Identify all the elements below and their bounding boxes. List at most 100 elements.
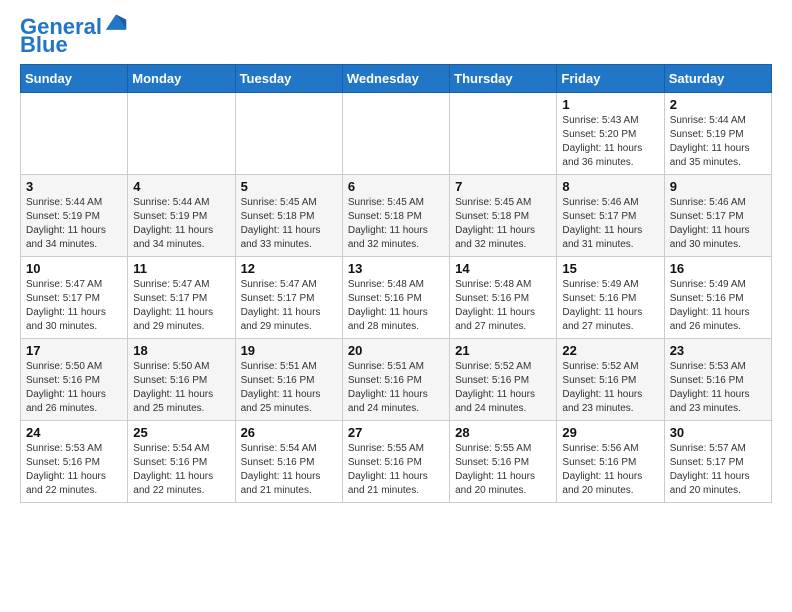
weekday-header: Sunday bbox=[21, 65, 128, 93]
calendar-week-row: 17 Sunrise: 5:50 AMSunset: 5:16 PMDayligh… bbox=[21, 339, 772, 421]
logo-icon bbox=[104, 11, 128, 35]
day-info: Sunrise: 5:49 AMSunset: 5:16 PMDaylight:… bbox=[670, 278, 766, 334]
calendar-day-cell: 23 Sunrise: 5:53 AMSunset: 5:16 PMDayligh… bbox=[664, 339, 771, 421]
day-number: 13 bbox=[348, 261, 444, 276]
day-info: Sunrise: 5:55 AMSunset: 5:16 PMDaylight:… bbox=[455, 442, 551, 498]
day-info: Sunrise: 5:57 AMSunset: 5:17 PMDaylight:… bbox=[670, 442, 766, 498]
day-number: 5 bbox=[241, 179, 337, 194]
calendar-day-cell: 2 Sunrise: 5:44 AMSunset: 5:19 PMDaylight… bbox=[664, 93, 771, 175]
calendar-day-cell: 16 Sunrise: 5:49 AMSunset: 5:16 PMDayligh… bbox=[664, 257, 771, 339]
calendar-week-row: 10 Sunrise: 5:47 AMSunset: 5:17 PMDayligh… bbox=[21, 257, 772, 339]
calendar-day-cell: 30 Sunrise: 5:57 AMSunset: 5:17 PMDayligh… bbox=[664, 421, 771, 503]
calendar-day-cell: 5 Sunrise: 5:45 AMSunset: 5:18 PMDaylight… bbox=[235, 175, 342, 257]
weekday-header: Monday bbox=[128, 65, 235, 93]
calendar-week-row: 3 Sunrise: 5:44 AMSunset: 5:19 PMDaylight… bbox=[21, 175, 772, 257]
day-number: 17 bbox=[26, 343, 122, 358]
calendar-day-cell bbox=[21, 93, 128, 175]
calendar-week-row: 1 Sunrise: 5:43 AMSunset: 5:20 PMDaylight… bbox=[21, 93, 772, 175]
calendar-day-cell: 15 Sunrise: 5:49 AMSunset: 5:16 PMDayligh… bbox=[557, 257, 664, 339]
day-info: Sunrise: 5:46 AMSunset: 5:17 PMDaylight:… bbox=[670, 196, 766, 252]
day-info: Sunrise: 5:44 AMSunset: 5:19 PMDaylight:… bbox=[26, 196, 122, 252]
day-info: Sunrise: 5:44 AMSunset: 5:19 PMDaylight:… bbox=[133, 196, 229, 252]
calendar-day-cell: 25 Sunrise: 5:54 AMSunset: 5:16 PMDayligh… bbox=[128, 421, 235, 503]
day-number: 10 bbox=[26, 261, 122, 276]
calendar-day-cell: 11 Sunrise: 5:47 AMSunset: 5:17 PMDayligh… bbox=[128, 257, 235, 339]
day-number: 24 bbox=[26, 425, 122, 440]
calendar-day-cell bbox=[342, 93, 449, 175]
day-info: Sunrise: 5:50 AMSunset: 5:16 PMDaylight:… bbox=[133, 360, 229, 416]
day-number: 4 bbox=[133, 179, 229, 194]
day-info: Sunrise: 5:55 AMSunset: 5:16 PMDaylight:… bbox=[348, 442, 444, 498]
calendar-day-cell: 21 Sunrise: 5:52 AMSunset: 5:16 PMDayligh… bbox=[450, 339, 557, 421]
weekday-header: Wednesday bbox=[342, 65, 449, 93]
day-info: Sunrise: 5:47 AMSunset: 5:17 PMDaylight:… bbox=[133, 278, 229, 334]
calendar-day-cell: 7Sunrise: 5:45 AMSunset: 5:18 PMDaylight… bbox=[450, 175, 557, 257]
calendar-day-cell: 6 Sunrise: 5:45 AMSunset: 5:18 PMDaylight… bbox=[342, 175, 449, 257]
day-number: 16 bbox=[670, 261, 766, 276]
day-info: Sunrise: 5:49 AMSunset: 5:16 PMDaylight:… bbox=[562, 278, 658, 334]
calendar-day-cell: 22 Sunrise: 5:52 AMSunset: 5:16 PMDayligh… bbox=[557, 339, 664, 421]
day-info: Sunrise: 5:53 AMSunset: 5:16 PMDaylight:… bbox=[670, 360, 766, 416]
day-info: Sunrise: 5:46 AMSunset: 5:17 PMDaylight:… bbox=[562, 196, 658, 252]
day-info: Sunrise: 5:47 AMSunset: 5:17 PMDaylight:… bbox=[26, 278, 122, 334]
day-number: 8 bbox=[562, 179, 658, 194]
day-info: Sunrise: 5:45 AMSunset: 5:18 PMDaylight:… bbox=[241, 196, 337, 252]
day-number: 27 bbox=[348, 425, 444, 440]
calendar-day-cell: 4 Sunrise: 5:44 AMSunset: 5:19 PMDaylight… bbox=[128, 175, 235, 257]
day-number: 3 bbox=[26, 179, 122, 194]
day-info: Sunrise: 5:54 AMSunset: 5:16 PMDaylight:… bbox=[133, 442, 229, 498]
calendar-body: 1 Sunrise: 5:43 AMSunset: 5:20 PMDaylight… bbox=[21, 93, 772, 503]
day-number: 14 bbox=[455, 261, 551, 276]
calendar-day-cell: 28Sunrise: 5:55 AMSunset: 5:16 PMDayligh… bbox=[450, 421, 557, 503]
page: General Blue SundayMondayTuesdayWednesda… bbox=[0, 0, 792, 519]
calendar-day-cell: 14 Sunrise: 5:48 AMSunset: 5:16 PMDayligh… bbox=[450, 257, 557, 339]
day-number: 11 bbox=[133, 261, 229, 276]
day-number: 18 bbox=[133, 343, 229, 358]
calendar-header-row: SundayMondayTuesdayWednesdayThursdayFrid… bbox=[21, 65, 772, 93]
day-number: 6 bbox=[348, 179, 444, 194]
day-info: Sunrise: 5:44 AMSunset: 5:19 PMDaylight:… bbox=[670, 114, 766, 170]
day-info: Sunrise: 5:52 AMSunset: 5:16 PMDaylight:… bbox=[562, 360, 658, 416]
day-info: Sunrise: 5:52 AMSunset: 5:16 PMDaylight:… bbox=[455, 360, 551, 416]
calendar-day-cell bbox=[235, 93, 342, 175]
calendar-day-cell: 29Sunrise: 5:56 AMSunset: 5:16 PMDayligh… bbox=[557, 421, 664, 503]
day-number: 2 bbox=[670, 97, 766, 112]
day-info: Sunrise: 5:43 AMSunset: 5:20 PMDaylight:… bbox=[562, 114, 658, 170]
calendar-day-cell: 1 Sunrise: 5:43 AMSunset: 5:20 PMDaylight… bbox=[557, 93, 664, 175]
calendar-day-cell: 20 Sunrise: 5:51 AMSunset: 5:16 PMDayligh… bbox=[342, 339, 449, 421]
day-number: 20 bbox=[348, 343, 444, 358]
day-number: 30 bbox=[670, 425, 766, 440]
weekday-header: Thursday bbox=[450, 65, 557, 93]
day-number: 29 bbox=[562, 425, 658, 440]
day-number: 12 bbox=[241, 261, 337, 276]
calendar-day-cell: 24 Sunrise: 5:53 AMSunset: 5:16 PMDayligh… bbox=[21, 421, 128, 503]
calendar-day-cell: 9 Sunrise: 5:46 AMSunset: 5:17 PMDaylight… bbox=[664, 175, 771, 257]
day-info: Sunrise: 5:45 AMSunset: 5:18 PMDaylight:… bbox=[348, 196, 444, 252]
day-number: 26 bbox=[241, 425, 337, 440]
calendar-week-row: 24 Sunrise: 5:53 AMSunset: 5:16 PMDayligh… bbox=[21, 421, 772, 503]
calendar-day-cell bbox=[450, 93, 557, 175]
calendar-day-cell: 27 Sunrise: 5:55 AMSunset: 5:16 PMDayligh… bbox=[342, 421, 449, 503]
calendar-day-cell: 10 Sunrise: 5:47 AMSunset: 5:17 PMDayligh… bbox=[21, 257, 128, 339]
calendar-day-cell: 18 Sunrise: 5:50 AMSunset: 5:16 PMDayligh… bbox=[128, 339, 235, 421]
day-info: Sunrise: 5:50 AMSunset: 5:16 PMDaylight:… bbox=[26, 360, 122, 416]
day-info: Sunrise: 5:48 AMSunset: 5:16 PMDaylight:… bbox=[455, 278, 551, 334]
day-number: 23 bbox=[670, 343, 766, 358]
day-number: 21 bbox=[455, 343, 551, 358]
calendar-day-cell: 3 Sunrise: 5:44 AMSunset: 5:19 PMDaylight… bbox=[21, 175, 128, 257]
day-number: 25 bbox=[133, 425, 229, 440]
calendar-day-cell: 19Sunrise: 5:51 AMSunset: 5:16 PMDayligh… bbox=[235, 339, 342, 421]
day-number: 7 bbox=[455, 179, 551, 194]
day-number: 9 bbox=[670, 179, 766, 194]
day-number: 15 bbox=[562, 261, 658, 276]
calendar-day-cell: 13Sunrise: 5:48 AMSunset: 5:16 PMDayligh… bbox=[342, 257, 449, 339]
calendar-day-cell: 8 Sunrise: 5:46 AMSunset: 5:17 PMDaylight… bbox=[557, 175, 664, 257]
day-info: Sunrise: 5:53 AMSunset: 5:16 PMDaylight:… bbox=[26, 442, 122, 498]
day-number: 1 bbox=[562, 97, 658, 112]
weekday-header: Friday bbox=[557, 65, 664, 93]
day-info: Sunrise: 5:54 AMSunset: 5:16 PMDaylight:… bbox=[241, 442, 337, 498]
day-info: Sunrise: 5:47 AMSunset: 5:17 PMDaylight:… bbox=[241, 278, 337, 334]
logo-text2: Blue bbox=[20, 34, 68, 56]
day-info: Sunrise: 5:51 AMSunset: 5:16 PMDaylight:… bbox=[348, 360, 444, 416]
day-number: 22 bbox=[562, 343, 658, 358]
